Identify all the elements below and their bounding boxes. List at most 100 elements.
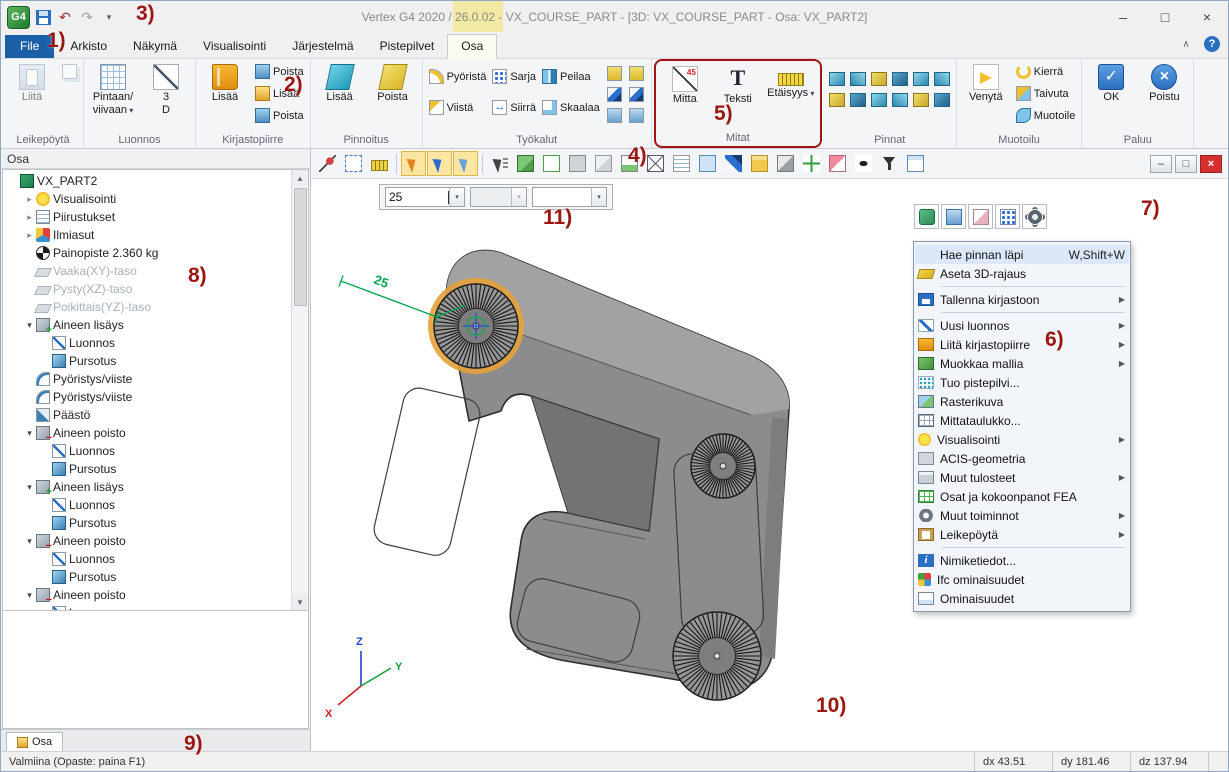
pinnat-tool-3-button[interactable] — [870, 69, 889, 88]
tree-item[interactable]: Pursotus — [3, 514, 291, 532]
menu-item[interactable]: Visualisointi▶ — [915, 430, 1129, 449]
secondary-value-input[interactable] — [471, 190, 511, 204]
knurled-boss-middle[interactable] — [691, 434, 755, 498]
pinnat-tool-4-button[interactable] — [891, 69, 910, 88]
menu-item[interactable]: Aseta 3D-rajaus — [915, 264, 1129, 283]
menu-item[interactable]: Muut toiminnot▶ — [915, 506, 1129, 525]
pinnat-tool-8-button[interactable] — [849, 90, 868, 109]
tab-visualisointi[interactable]: Visualisointi — [190, 35, 279, 58]
paste-button[interactable]: Liitä — [7, 61, 57, 103]
tyokalut-extra-5-button[interactable] — [627, 85, 647, 105]
tab-näkymä[interactable]: Näkymä — [120, 35, 190, 58]
dimension-dropdown-icon[interactable] — [449, 188, 464, 206]
library-remove-small-button[interactable]: Poista — [253, 105, 306, 126]
library-add-small-button[interactable]: Lisää — [253, 83, 306, 104]
maximize-button[interactable]: □ — [1144, 2, 1186, 32]
ok-button[interactable]: OK — [1086, 61, 1136, 103]
undo-button[interactable]: ↶ — [55, 7, 75, 27]
tree-expander-icon[interactable]: ▾ — [23, 320, 36, 331]
menu-item[interactable]: Leikepöytä▶ — [915, 525, 1129, 544]
distance-button[interactable]: Etäisyys — [766, 63, 816, 100]
snap-free-button[interactable] — [401, 151, 426, 176]
pattern-button[interactable]: Sarja — [490, 66, 538, 87]
rotate-button[interactable]: Kierrä — [1014, 61, 1078, 82]
pinnat-tool-1-button[interactable] — [828, 69, 847, 88]
save-button[interactable] — [33, 7, 53, 27]
pin-button[interactable] — [315, 151, 340, 176]
tree-item[interactable]: Luonnos — [3, 442, 291, 460]
bend-button[interactable]: Taivuta — [1014, 83, 1078, 104]
scroll-up-icon[interactable]: ▲ — [292, 170, 308, 186]
knurled-boss-bottom[interactable] — [673, 612, 761, 700]
child-minimize-button[interactable]: – — [1150, 155, 1172, 173]
library-add-button[interactable]: Lisää — [200, 61, 250, 103]
menu-item[interactable]: Uusi luonnos▶ — [915, 316, 1129, 335]
tree-item[interactable]: Luonnos — [3, 496, 291, 514]
sketch-on-face-button[interactable]: Pintaan/ viivaan — [88, 61, 138, 117]
tree-item[interactable]: Vaaka(XY)-taso — [3, 262, 291, 280]
library-remove-button[interactable]: Poista — [253, 61, 306, 82]
dimension-style-input[interactable] — [533, 190, 591, 204]
eraser-button[interactable] — [825, 151, 850, 176]
tree-item[interactable]: Luonnos — [3, 550, 291, 568]
tree-item[interactable]: Painopiste 2.360 kg — [3, 244, 291, 262]
pinnat-tool-12-button[interactable] — [933, 90, 952, 109]
redo-button[interactable]: ↷ — [77, 7, 97, 27]
pinnat-tool-2-button[interactable] — [849, 69, 868, 88]
snap-geometry-button[interactable] — [427, 151, 452, 176]
filter-button[interactable] — [877, 151, 902, 176]
tyokalut-extra-1-button[interactable] — [605, 64, 625, 84]
settings-gear-button[interactable] — [1022, 204, 1047, 229]
menu-item[interactable]: Hae pinnan läpiW,Shift+W — [915, 245, 1129, 264]
selection-box-button[interactable] — [341, 151, 366, 176]
hidden-line-view-button[interactable] — [565, 151, 590, 176]
scrollbar-thumb[interactable] — [294, 188, 307, 306]
style-dropdown-icon[interactable] — [591, 188, 606, 206]
stretch-button[interactable]: Venytä — [961, 61, 1011, 103]
tyokalut-extra-2-button[interactable] — [605, 85, 625, 105]
tab-osa[interactable]: Osa — [447, 34, 497, 59]
coating-add-button[interactable]: Lisää — [315, 61, 365, 103]
fillet-button[interactable]: Pyöristä — [427, 66, 489, 87]
tree-expander-icon[interactable]: ▸ — [23, 212, 36, 223]
tyokalut-extra-4-button[interactable] — [627, 64, 647, 84]
wireframe-hidden-view-button[interactable] — [591, 151, 616, 176]
pinnat-tool-5-button[interactable] — [912, 69, 931, 88]
app-logo[interactable]: G4 — [7, 6, 30, 29]
tab-järjestelmä[interactable]: Järjestelmä — [279, 35, 366, 58]
tree-item[interactable]: ▾Aineen poisto — [3, 586, 291, 604]
tree-item[interactable]: ▸Ilmiasut — [3, 226, 291, 244]
tyokalut-extra-3-button[interactable] — [605, 106, 625, 126]
tree-item[interactable]: Pyöristys/viiste — [3, 370, 291, 388]
tree-expander-icon[interactable]: ▾ — [23, 536, 36, 547]
export-window-button[interactable] — [903, 151, 928, 176]
document-pages-button[interactable] — [695, 151, 720, 176]
tree-item[interactable]: Pursotus — [3, 460, 291, 478]
text-button[interactable]: Teksti — [713, 63, 763, 105]
feature-stack-button[interactable] — [747, 151, 772, 176]
menu-item[interactable]: Nimiketiedot... — [915, 551, 1129, 570]
menu-item[interactable]: Osat ja kokoonpanot FEA — [915, 487, 1129, 506]
dimension-value-input[interactable] — [386, 190, 448, 204]
tree-expander-icon[interactable]: ▾ — [23, 590, 36, 601]
help-button[interactable]: ? — [1204, 36, 1220, 52]
sketch-pen-button[interactable] — [721, 151, 746, 176]
chamfer-button[interactable]: Viistä — [427, 97, 489, 118]
menu-item[interactable]: Tallenna kirjastoon▶ — [915, 290, 1129, 309]
tree-item[interactable]: VX_PART2 — [3, 172, 291, 190]
pinnat-tool-9-button[interactable] — [870, 90, 889, 109]
quick-access-more-button[interactable]: ▾ — [99, 7, 119, 27]
section-knife-button[interactable] — [773, 151, 798, 176]
tree-item[interactable]: Pursotus — [3, 568, 291, 586]
scale-button[interactable]: Skaalaa — [540, 97, 602, 118]
pinnat-tool-6-button[interactable] — [933, 69, 952, 88]
snap-point-button[interactable] — [453, 151, 478, 176]
face-shade-view-button[interactable] — [617, 151, 642, 176]
close-button[interactable]: × — [1186, 2, 1228, 32]
menu-item[interactable]: Liitä kirjastopiirre▶ — [915, 335, 1129, 354]
tab-file[interactable]: File — [5, 35, 54, 58]
menu-item[interactable]: Ominaisuudet — [915, 589, 1129, 608]
pinnat-tool-7-button[interactable] — [828, 90, 847, 109]
3d-canvas[interactable]: 25 Z Y X — [311, 179, 1228, 751]
surface-new-button[interactable] — [941, 204, 966, 229]
